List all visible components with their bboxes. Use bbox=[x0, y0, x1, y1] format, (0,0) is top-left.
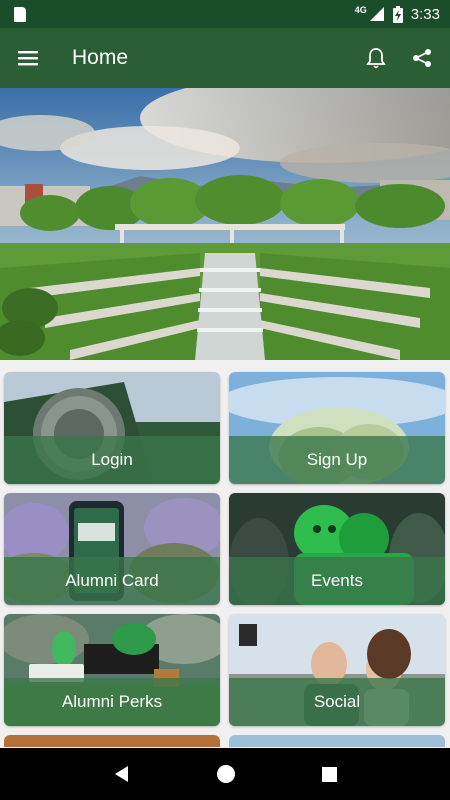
partial-tile-right[interactable] bbox=[229, 735, 445, 747]
page-title: Home bbox=[72, 46, 129, 69]
signup-label: Sign Up bbox=[229, 436, 445, 484]
recents-icon[interactable] bbox=[321, 766, 338, 783]
battery-icon bbox=[392, 5, 403, 23]
social-tile[interactable]: Social bbox=[229, 614, 445, 726]
alumni-card-label: Alumni Card bbox=[4, 557, 220, 605]
menu-icon[interactable] bbox=[18, 50, 38, 66]
bell-icon[interactable] bbox=[366, 47, 386, 69]
hero-campus-image bbox=[0, 88, 450, 360]
alumni-perks-tile[interactable]: Alumni Perks bbox=[4, 614, 220, 726]
back-icon[interactable] bbox=[113, 765, 131, 783]
tile-grid: Login Sign Up Alumni Card Events Alumni … bbox=[4, 372, 446, 747]
events-tile[interactable]: Events bbox=[229, 493, 445, 605]
status-time: 3:33 bbox=[410, 5, 440, 23]
home-icon[interactable] bbox=[216, 764, 236, 784]
network-type: 4G bbox=[354, 5, 367, 15]
alumni-perks-label: Alumni Perks bbox=[4, 678, 220, 726]
login-label: Login bbox=[4, 436, 220, 484]
signup-tile[interactable]: Sign Up bbox=[229, 372, 445, 484]
events-label: Events bbox=[229, 557, 445, 605]
partial-tile-left[interactable] bbox=[4, 735, 220, 747]
social-label: Social bbox=[229, 678, 445, 726]
login-tile[interactable]: Login bbox=[4, 372, 220, 484]
sd-card-icon bbox=[14, 6, 26, 22]
signal-icon bbox=[369, 7, 384, 21]
system-navigation-bar bbox=[0, 748, 450, 800]
status-bar: 4G 3:33 bbox=[0, 0, 450, 28]
app-bar: Home bbox=[0, 28, 450, 88]
alumni-card-tile[interactable]: Alumni Card bbox=[4, 493, 220, 605]
share-icon[interactable] bbox=[412, 48, 432, 68]
status-indicators: 4G 3:33 bbox=[354, 5, 440, 23]
